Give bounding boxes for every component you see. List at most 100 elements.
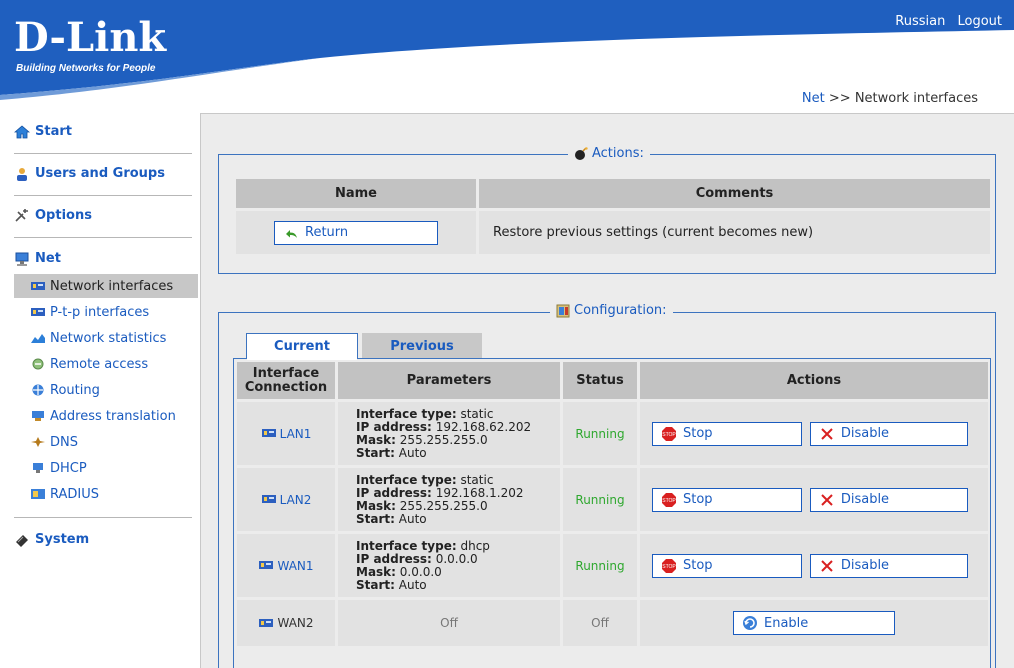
stop-icon: STOP <box>662 426 676 441</box>
enable-button[interactable]: Enable <box>733 611 895 635</box>
configuration-legend: Configuration: <box>550 303 673 318</box>
sidebar-section-net[interactable]: Net <box>14 251 192 266</box>
sidebar-item-label: DNS <box>50 434 78 450</box>
close-icon <box>821 427 833 440</box>
sidebar-section-options[interactable]: Options <box>14 208 192 223</box>
sidebar-item-ptp-interfaces[interactable]: P-t-p interfaces <box>14 300 198 324</box>
column-header-status: Status <box>563 362 637 399</box>
parameters-cell: Interface type: static IP address: 192.1… <box>338 402 560 465</box>
svg-text:STOP: STOP <box>662 432 676 438</box>
table-row: LAN2 Interface type: static IP address: … <box>237 468 988 531</box>
disable-button[interactable]: Disable <box>809 553 968 578</box>
network-card-icon <box>31 308 45 316</box>
param-value: 192.168.1.202 <box>435 485 524 500</box>
sidebar-item-network-interfaces[interactable]: Network interfaces <box>14 274 198 298</box>
param-value: 0.0.0.0 <box>435 551 478 566</box>
sidebar-item-dns[interactable]: DNS <box>14 430 198 454</box>
interface-link-wan1[interactable]: WAN1 <box>237 559 335 573</box>
actions-legend-label: Actions: <box>592 146 644 161</box>
configuration-tabs: Current Previous <box>246 333 482 359</box>
status-running: Running <box>563 402 637 465</box>
radius-icon <box>31 489 45 499</box>
stop-button[interactable]: STOP Stop <box>652 553 802 578</box>
interface-link-wan2[interactable]: WAN2 <box>237 616 335 630</box>
stop-icon: STOP <box>662 492 676 507</box>
parameters-cell: Interface type: dhcp IP address: 0.0.0.0… <box>338 534 560 597</box>
interface-name: WAN2 <box>277 616 314 630</box>
sidebar-item-routing[interactable]: Routing <box>14 378 198 402</box>
param-label: IP address: <box>356 551 432 566</box>
sidebar-item-network-statistics[interactable]: Network statistics <box>14 326 198 350</box>
param-label: IP address: <box>356 419 432 434</box>
breadcrumb-net-link[interactable]: Net <box>802 91 825 106</box>
column-header-interface-connection: Interface Connection <box>237 362 335 399</box>
stop-button[interactable]: STOP Stop <box>652 421 802 446</box>
table-row: LAN1 Interface type: static IP address: … <box>237 402 988 465</box>
stop-icon: STOP <box>662 558 676 573</box>
sidebar-section-users-and-groups[interactable]: Users and Groups <box>14 166 192 181</box>
tab-previous[interactable]: Previous <box>362 333 482 359</box>
enable-icon <box>743 616 757 630</box>
logo-tagline: Building Networks for People <box>16 63 156 74</box>
sidebar-item-label: Network statistics <box>50 330 167 346</box>
users-icon <box>17 167 27 181</box>
sidebar-item-label: Network interfaces <box>50 278 174 294</box>
network-card-icon <box>31 282 45 290</box>
sidebar-item-label: P-t-p interfaces <box>50 304 150 320</box>
sidebar-item-label: DHCP <box>50 460 87 476</box>
breadcrumb: Net >> Network interfaces <box>802 91 978 106</box>
logout-link[interactable]: Logout <box>957 14 1002 29</box>
param-label: Interface type: <box>356 406 457 421</box>
stop-label: Stop <box>683 426 713 441</box>
interfaces-table: Interface Connection Parameters Status A… <box>234 359 991 649</box>
sidebar-section-system[interactable]: System <box>14 532 192 547</box>
network-card-icon <box>259 618 274 627</box>
interface-cell: WAN1 <box>237 534 335 597</box>
param-value: 192.168.62.202 <box>435 419 532 434</box>
param-value: Auto <box>398 445 427 460</box>
disable-button[interactable]: Disable <box>809 487 968 512</box>
network-card-icon <box>261 429 276 437</box>
enable-label: Enable <box>764 615 809 631</box>
parameters-cell: Interface type: static IP address: 192.1… <box>338 468 560 531</box>
param-value: static <box>460 472 494 487</box>
interface-name: LAN2 <box>279 492 312 507</box>
interface-link-lan1[interactable]: LAN1 <box>237 427 335 441</box>
status-off: Off <box>563 600 637 646</box>
return-comment: Restore previous settings (current becom… <box>479 211 990 254</box>
tab-current[interactable]: Current <box>246 333 358 359</box>
sidebar-section-start[interactable]: Start <box>14 124 192 139</box>
sidebar-section-label: Net <box>35 251 61 266</box>
sidebar-section-label: System <box>35 532 90 547</box>
interface-link-lan2[interactable]: LAN2 <box>237 493 335 507</box>
param-value: 0.0.0.0 <box>399 564 442 579</box>
sidebar-item-remote-access[interactable]: Remote access <box>14 352 198 376</box>
breadcrumb-current: Network interfaces <box>854 91 978 106</box>
interface-cell: LAN1 <box>237 402 335 465</box>
sidebar-item-label: Remote access <box>50 356 149 372</box>
table-row: WAN2 Off Off Enable <box>237 600 988 646</box>
sidebar-item-label: RADIUS <box>50 486 100 502</box>
param-label: IP address: <box>356 485 432 500</box>
network-card-icon <box>259 561 274 569</box>
param-label: Mask: <box>356 432 396 447</box>
sidebar-divider <box>14 517 192 518</box>
close-icon <box>821 559 833 572</box>
disable-button[interactable]: Disable <box>809 421 968 446</box>
stop-button[interactable]: STOP Stop <box>652 487 802 512</box>
dhcp-icon <box>33 463 43 473</box>
interface-cell: LAN2 <box>237 468 335 531</box>
address-translation-icon <box>32 411 44 421</box>
parameters-off: Off <box>338 600 560 646</box>
sidebar-item-dhcp[interactable]: DHCP <box>14 456 198 480</box>
sidebar-item-address-translation[interactable]: Address translation <box>14 404 198 428</box>
param-label: Mask: <box>356 564 396 579</box>
sidebar-item-radius[interactable]: RADIUS <box>14 482 198 506</box>
net-icon <box>15 252 29 266</box>
return-button[interactable]: Return <box>274 220 438 245</box>
actions-table: Name Comments Return Restore previous se… <box>233 176 993 257</box>
sidebar-item-label: Routing <box>50 382 100 398</box>
russian-link[interactable]: Russian <box>895 14 945 29</box>
close-icon <box>821 493 833 506</box>
disable-label: Disable <box>840 426 890 441</box>
